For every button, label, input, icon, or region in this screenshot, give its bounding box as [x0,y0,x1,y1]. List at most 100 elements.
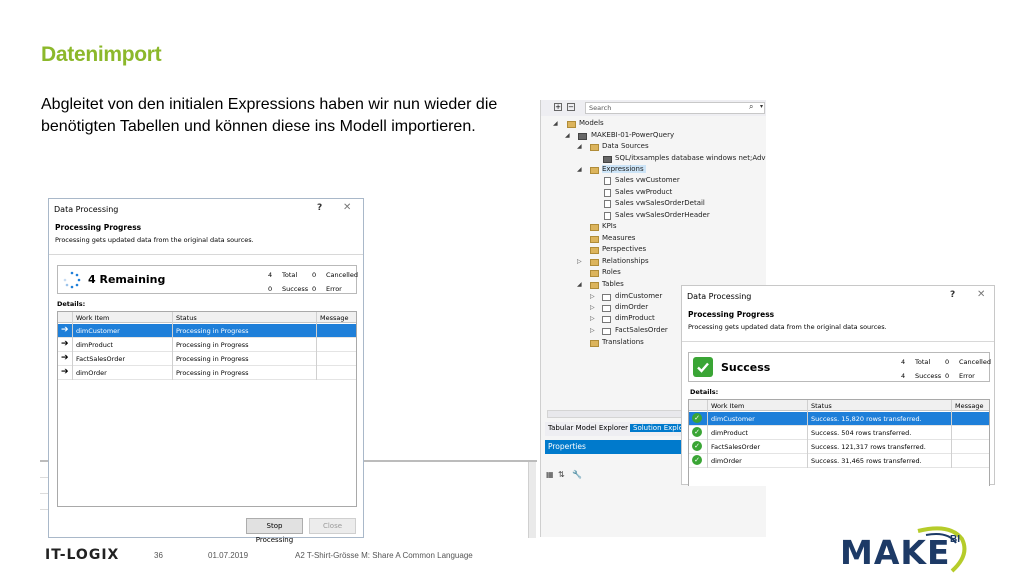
work-item: dimOrder [76,369,107,377]
grid-icon[interactable]: ▦ [546,470,554,479]
help-button[interactable]: ? [317,203,322,213]
column-header[interactable]: Status [811,402,832,410]
row-status: Processing in Progress [176,327,249,335]
tree-item-tables[interactable]: Tables [602,280,624,288]
chevron-down-icon[interactable]: ▾ [760,103,763,110]
close-icon[interactable]: ✕ [977,289,985,300]
search-icon[interactable]: ⌕ [749,102,753,112]
tree-item-translations[interactable]: Translations [602,338,644,346]
work-item: dimCustomer [76,327,120,335]
status-text: Success [721,361,771,374]
separator [682,341,994,342]
expand-all-icon[interactable]: + [554,103,562,111]
tree-item-model[interactable]: MAKEBI-01-PowerQuery [591,131,674,139]
row-status: Success. 31,465 rows transferred. [811,457,922,465]
tree-item-expression[interactable]: Sales vwProduct [615,188,672,196]
tree-item-table[interactable]: dimProduct [615,314,655,322]
tree-item-expression[interactable]: Sales vwSalesOrderHeader [615,211,710,219]
stop-processing-button[interactable]: Stop Processing [246,518,303,544]
tree-item-relationships[interactable]: Relationships [602,257,649,265]
table-row[interactable]: ➔ dimProduct Processing in Progress [58,338,356,352]
tree-item-kpis[interactable]: KPIs [602,222,617,230]
folder-icon [590,247,599,254]
error-count: 0 [312,285,317,293]
table-row[interactable]: ➔ FactSalesOrder Processing in Progress [58,352,356,366]
work-item: dimProduct [76,341,113,349]
work-item: FactSalesOrder [711,443,761,451]
column-divider [807,400,808,468]
error-label: Error [959,372,975,380]
tree-item-data-source[interactable]: SQL/itxsamples database windows net;Adve… [615,154,766,162]
tree-item-perspectives[interactable]: Perspectives [602,245,646,253]
status-box: 4 Remaining 4 Total 0 Cancelled 0 Succes… [57,265,358,294]
collapse-all-icon[interactable]: − [567,103,575,111]
total-label: Total [915,358,931,366]
scrollbar-strip [528,462,536,538]
details-grid: Work Item Status Message ✓ dimCustomer S… [688,399,990,486]
data-processing-dialog-success: Data Processing ? ✕ Processing Progress … [681,285,995,486]
column-header[interactable]: Work Item [76,314,109,322]
tab-tabular-model-explorer[interactable]: Tabular Model Explorer [548,424,628,432]
tree-item-table[interactable]: dimCustomer [615,292,662,300]
close-icon[interactable]: ✕ [343,202,351,213]
tree-item-expressions[interactable]: Expressions [602,165,646,173]
table-row[interactable]: ➔ dimCustomer Processing in Progress [58,324,356,338]
expand-arrow-icon[interactable]: ◢ [577,143,582,150]
table-icon [602,316,611,323]
wrench-icon[interactable]: 🔧 [572,470,582,479]
expand-arrow-icon[interactable]: ▷ [590,315,595,322]
search-input[interactable]: Search [585,102,765,114]
properties-toolbar: ▦ ⇅ 🔧 [546,470,601,482]
arrow-icon: ➔ [61,339,69,349]
tree-item-table[interactable]: dimOrder [615,303,648,311]
it-logix-logo: IT-LOGIX [45,547,120,563]
tree-item-table[interactable]: FactSalesOrder [615,326,668,334]
expand-arrow-icon[interactable]: ◢ [577,281,582,288]
sort-icon[interactable]: ⇅ [558,470,565,479]
explorer-toolbar: + − Search ⌕ ▾ [541,100,766,116]
expand-arrow-icon[interactable]: ▷ [577,258,582,265]
tree-item-data-sources[interactable]: Data Sources [602,142,649,150]
column-header[interactable]: Message [320,314,349,322]
data-processing-dialog-progress: Data Processing ? ✕ Processing Progress … [48,198,364,544]
folder-icon [590,144,599,151]
expand-arrow-icon[interactable]: ◢ [553,120,558,127]
success-count: 0 [268,285,273,293]
expand-arrow-icon[interactable]: ▷ [590,327,595,334]
success-icon: ✓ [692,427,702,437]
work-item: dimCustomer [711,415,755,423]
column-header[interactable]: Work Item [711,402,744,410]
slide-body-text: Abgleitet von den initialen Expressions … [41,96,498,135]
tree-item-roles[interactable]: Roles [602,268,621,276]
tree-item-measures[interactable]: Measures [602,234,635,242]
cancelled-label: Cancelled [959,358,991,366]
table-row[interactable]: ✓ FactSalesOrder Success. 121,317 rows t… [689,440,989,454]
cancelled-count: 0 [312,271,317,279]
expression-icon [604,177,611,185]
help-button[interactable]: ? [950,290,955,300]
expand-arrow-icon[interactable]: ▷ [590,293,595,300]
tree-item-expression[interactable]: Sales vwSalesOrderDetail [615,199,705,207]
expand-arrow-icon[interactable]: ◢ [577,166,582,173]
arrow-icon: ➔ [61,367,69,377]
table-row[interactable]: ✓ dimOrder Success. 31,465 rows transfer… [689,454,989,468]
dialog-subtitle: Processing gets updated data from the or… [688,323,887,331]
work-item: dimOrder [711,457,742,465]
tree-item-models[interactable]: Models [579,119,604,127]
stats-grid: 4 Total 0 Cancelled 0 Success 0 Error [268,271,366,293]
close-button[interactable]: Close [309,518,356,534]
dialog-subtitle: Processing gets updated data from the or… [55,236,254,244]
tree-item-expression[interactable]: Sales vwCustomer [615,176,680,184]
column-header[interactable]: Status [176,314,197,322]
table-row[interactable]: ✓ dimProduct Success. 504 rows transferr… [689,426,989,440]
column-divider [316,312,317,380]
table-row[interactable]: ✓ dimCustomer Success. 15,820 rows trans… [689,412,989,426]
column-header[interactable]: Message [955,402,984,410]
total-count: 4 [901,358,906,366]
expression-icon [604,200,611,208]
expand-arrow-icon[interactable]: ▷ [590,304,595,311]
footer-caption: A2 T-Shirt-Grösse M: Share A Common Lang… [295,551,473,560]
success-icon: ✓ [692,455,702,465]
expand-arrow-icon[interactable]: ◢ [565,132,570,139]
table-row[interactable]: ➔ dimOrder Processing in Progress [58,366,356,380]
